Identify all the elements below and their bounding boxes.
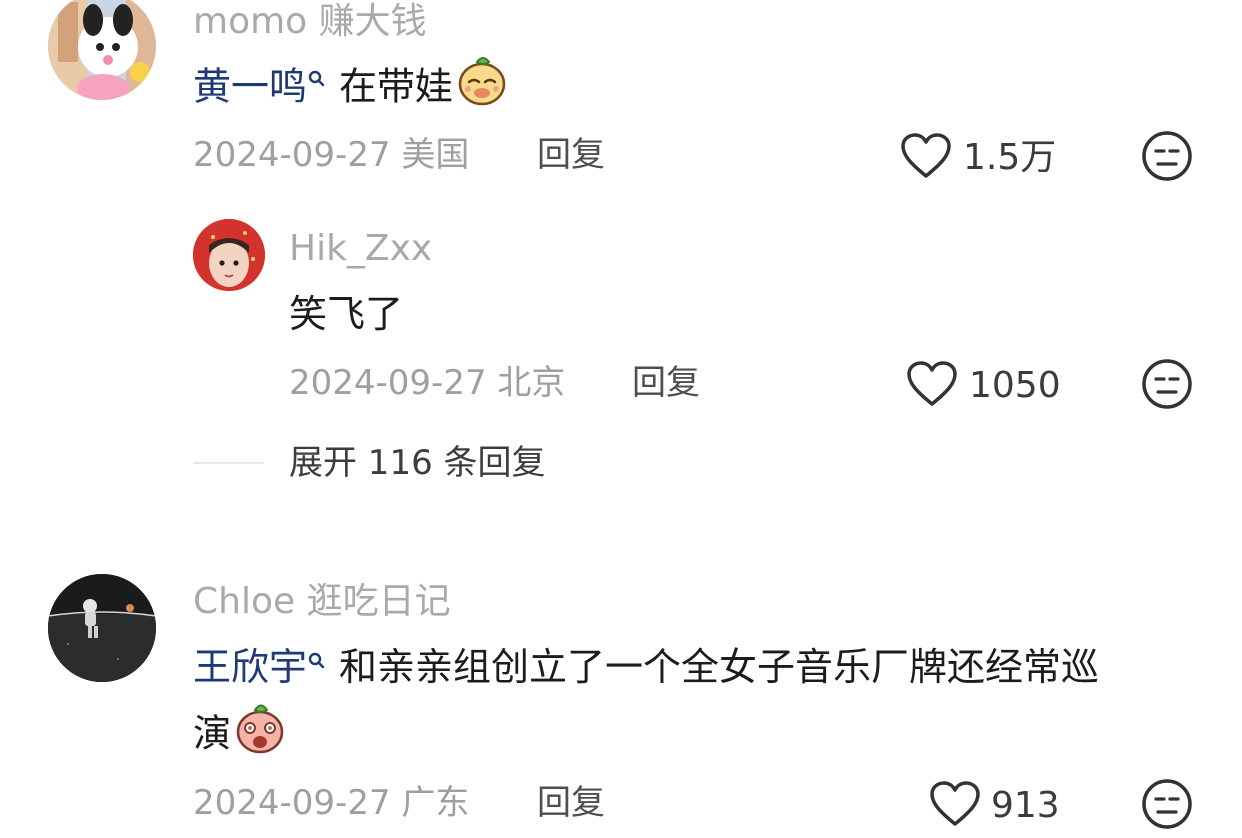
comment-body: 在带娃	[339, 64, 454, 109]
neutral-face-icon[interactable]	[1141, 778, 1193, 834]
expand-replies-button[interactable]: 展开 116 条回复	[289, 441, 546, 485]
comment-location: 北京	[497, 363, 566, 403]
comment-location: 美国	[401, 135, 470, 175]
person-strawberry-hood-avatar	[193, 219, 265, 291]
comment-text: 王欣宇 和亲亲组创立了一个全女子音乐厂牌还经常巡	[193, 636, 1099, 698]
heart-outline-icon[interactable]	[900, 132, 952, 184]
kuromi-plush-avatar	[48, 0, 156, 100]
mention-link[interactable]: 黄一鸣	[193, 65, 307, 109]
comment-meta: 2024-09-27 北京	[289, 361, 565, 405]
avatar[interactable]	[193, 219, 265, 291]
peach-surprised-emoji	[235, 700, 285, 772]
username[interactable]: Chloe 逛吃日记	[193, 580, 451, 624]
avatar[interactable]	[48, 0, 156, 100]
heart-outline-icon[interactable]	[906, 360, 958, 412]
divider	[193, 462, 264, 464]
comment-body-line2: 演	[193, 711, 232, 756]
neutral-face-icon[interactable]	[1141, 130, 1193, 186]
comment-meta: 2024-09-27 广东	[193, 781, 469, 825]
avatar[interactable]	[48, 574, 156, 682]
reply-button[interactable]: 回复	[632, 361, 700, 405]
comment-body-line1: 和亲亲组创立了一个全女子音乐厂牌还经常巡	[339, 645, 1100, 689]
reply-button[interactable]: 回复	[537, 133, 605, 177]
heart-outline-icon[interactable]	[929, 780, 981, 832]
like-count: 913	[991, 785, 1060, 826]
comment-text: 黄一鸣 在带娃	[193, 54, 507, 124]
like-count: 1050	[969, 365, 1061, 406]
like-count: 1.5万	[963, 137, 1057, 178]
astronaut-moon-avatar	[48, 574, 156, 682]
reply-button[interactable]: 回复	[537, 781, 605, 825]
mention-link[interactable]: 王欣宇	[193, 645, 307, 689]
neutral-face-icon[interactable]	[1141, 358, 1193, 414]
comment-date: 2024-09-27	[289, 363, 487, 403]
search-icon	[307, 636, 327, 669]
search-icon	[307, 54, 327, 87]
comment-location: 广东	[401, 783, 470, 823]
comment-date: 2024-09-27	[193, 783, 391, 823]
mango-smile-emoji	[457, 54, 507, 124]
username[interactable]: Hik_Zxx	[289, 227, 432, 271]
comment-meta: 2024-09-27 美国	[193, 133, 469, 177]
comment-body: 笑飞了	[289, 292, 404, 336]
username[interactable]: momo 赚大钱	[193, 0, 427, 44]
comment-date: 2024-09-27	[193, 135, 391, 175]
comment-text-line2: 演	[193, 700, 285, 772]
